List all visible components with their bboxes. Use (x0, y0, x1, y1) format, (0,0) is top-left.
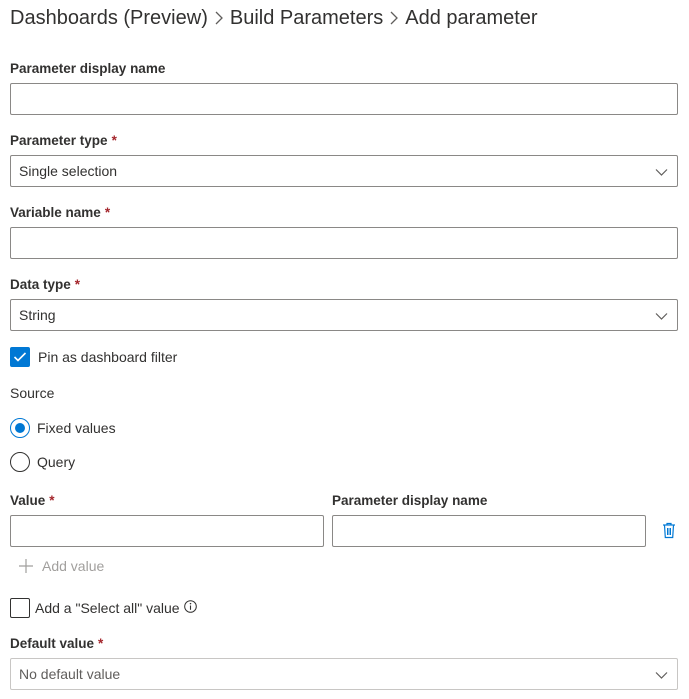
breadcrumb-add-parameter: Add parameter (405, 6, 538, 29)
breadcrumb-build-parameters[interactable]: Build Parameters (230, 7, 383, 30)
info-icon[interactable] (183, 600, 197, 616)
select-all-label[interactable]: Add a "Select all" value (35, 600, 180, 616)
chevron-down-icon (655, 668, 668, 684)
value-input[interactable] (11, 516, 323, 546)
data-type-label-text: Data type (10, 277, 71, 292)
default-value-value: No default value (19, 666, 121, 682)
parameter-type-value: Single selection (19, 163, 118, 179)
value-header-text: Value (10, 493, 46, 508)
pin-filter-checkbox[interactable] (10, 347, 30, 367)
chevron-down-icon (655, 309, 668, 325)
variable-name-label: Variable name * (10, 205, 110, 220)
required-marker: * (74, 277, 81, 292)
query-radio[interactable] (10, 452, 30, 472)
value-display-name-field[interactable] (332, 515, 646, 547)
data-type-label: Data type * (10, 277, 80, 292)
variable-name-field[interactable] (10, 227, 678, 259)
plus-icon (19, 559, 33, 573)
data-type-value: String (19, 307, 56, 323)
chevron-right-icon (208, 11, 230, 25)
fixed-values-label[interactable]: Fixed values (37, 420, 116, 436)
breadcrumb-dashboards[interactable]: Dashboards (Preview) (10, 7, 208, 30)
source-option-fixed[interactable]: Fixed values (10, 418, 116, 438)
parameter-type-label-text: Parameter type (10, 133, 108, 148)
required-marker: * (104, 205, 111, 220)
value-field[interactable] (10, 515, 324, 547)
select-all-checkbox[interactable] (10, 598, 30, 618)
display-name-input[interactable] (11, 84, 677, 114)
delete-icon[interactable] (662, 522, 676, 544)
add-value-label: Add value (42, 558, 105, 574)
pin-filter-row: Pin as dashboard filter (10, 347, 177, 367)
display-name-label-text: Parameter display name (10, 61, 166, 76)
chevron-down-icon (655, 165, 668, 181)
default-value-label: Default value * (10, 636, 103, 651)
checkmark-icon (13, 352, 27, 362)
pin-filter-label[interactable]: Pin as dashboard filter (38, 349, 177, 365)
select-all-row: Add a "Select all" value (10, 598, 197, 618)
value-display-name-input[interactable] (333, 516, 645, 546)
chevron-right-icon (383, 11, 405, 25)
variable-name-label-text: Variable name (10, 205, 101, 220)
display-name-column-header: Parameter display name (332, 493, 488, 508)
breadcrumb: Dashboards (Preview) Build Parameters Ad… (10, 4, 538, 32)
add-value-button[interactable]: Add value (18, 558, 104, 574)
default-value-label-text: Default value (10, 636, 95, 651)
required-marker: * (111, 133, 117, 148)
source-option-query[interactable]: Query (10, 452, 75, 472)
fixed-values-radio[interactable] (10, 418, 30, 438)
query-label[interactable]: Query (37, 454, 75, 470)
value-column-header: Value * (10, 493, 55, 508)
source-label: Source (10, 385, 55, 401)
required-marker: * (49, 493, 55, 508)
display-name-field[interactable] (10, 83, 678, 115)
display-name-label: Parameter display name (10, 61, 165, 76)
parameter-type-label: Parameter type * (10, 133, 117, 148)
variable-name-input[interactable] (11, 228, 677, 258)
data-type-dropdown[interactable]: String (10, 299, 678, 331)
default-value-dropdown[interactable]: No default value (10, 658, 678, 690)
required-marker: * (98, 636, 104, 651)
parameter-type-dropdown[interactable]: Single selection (10, 155, 678, 187)
